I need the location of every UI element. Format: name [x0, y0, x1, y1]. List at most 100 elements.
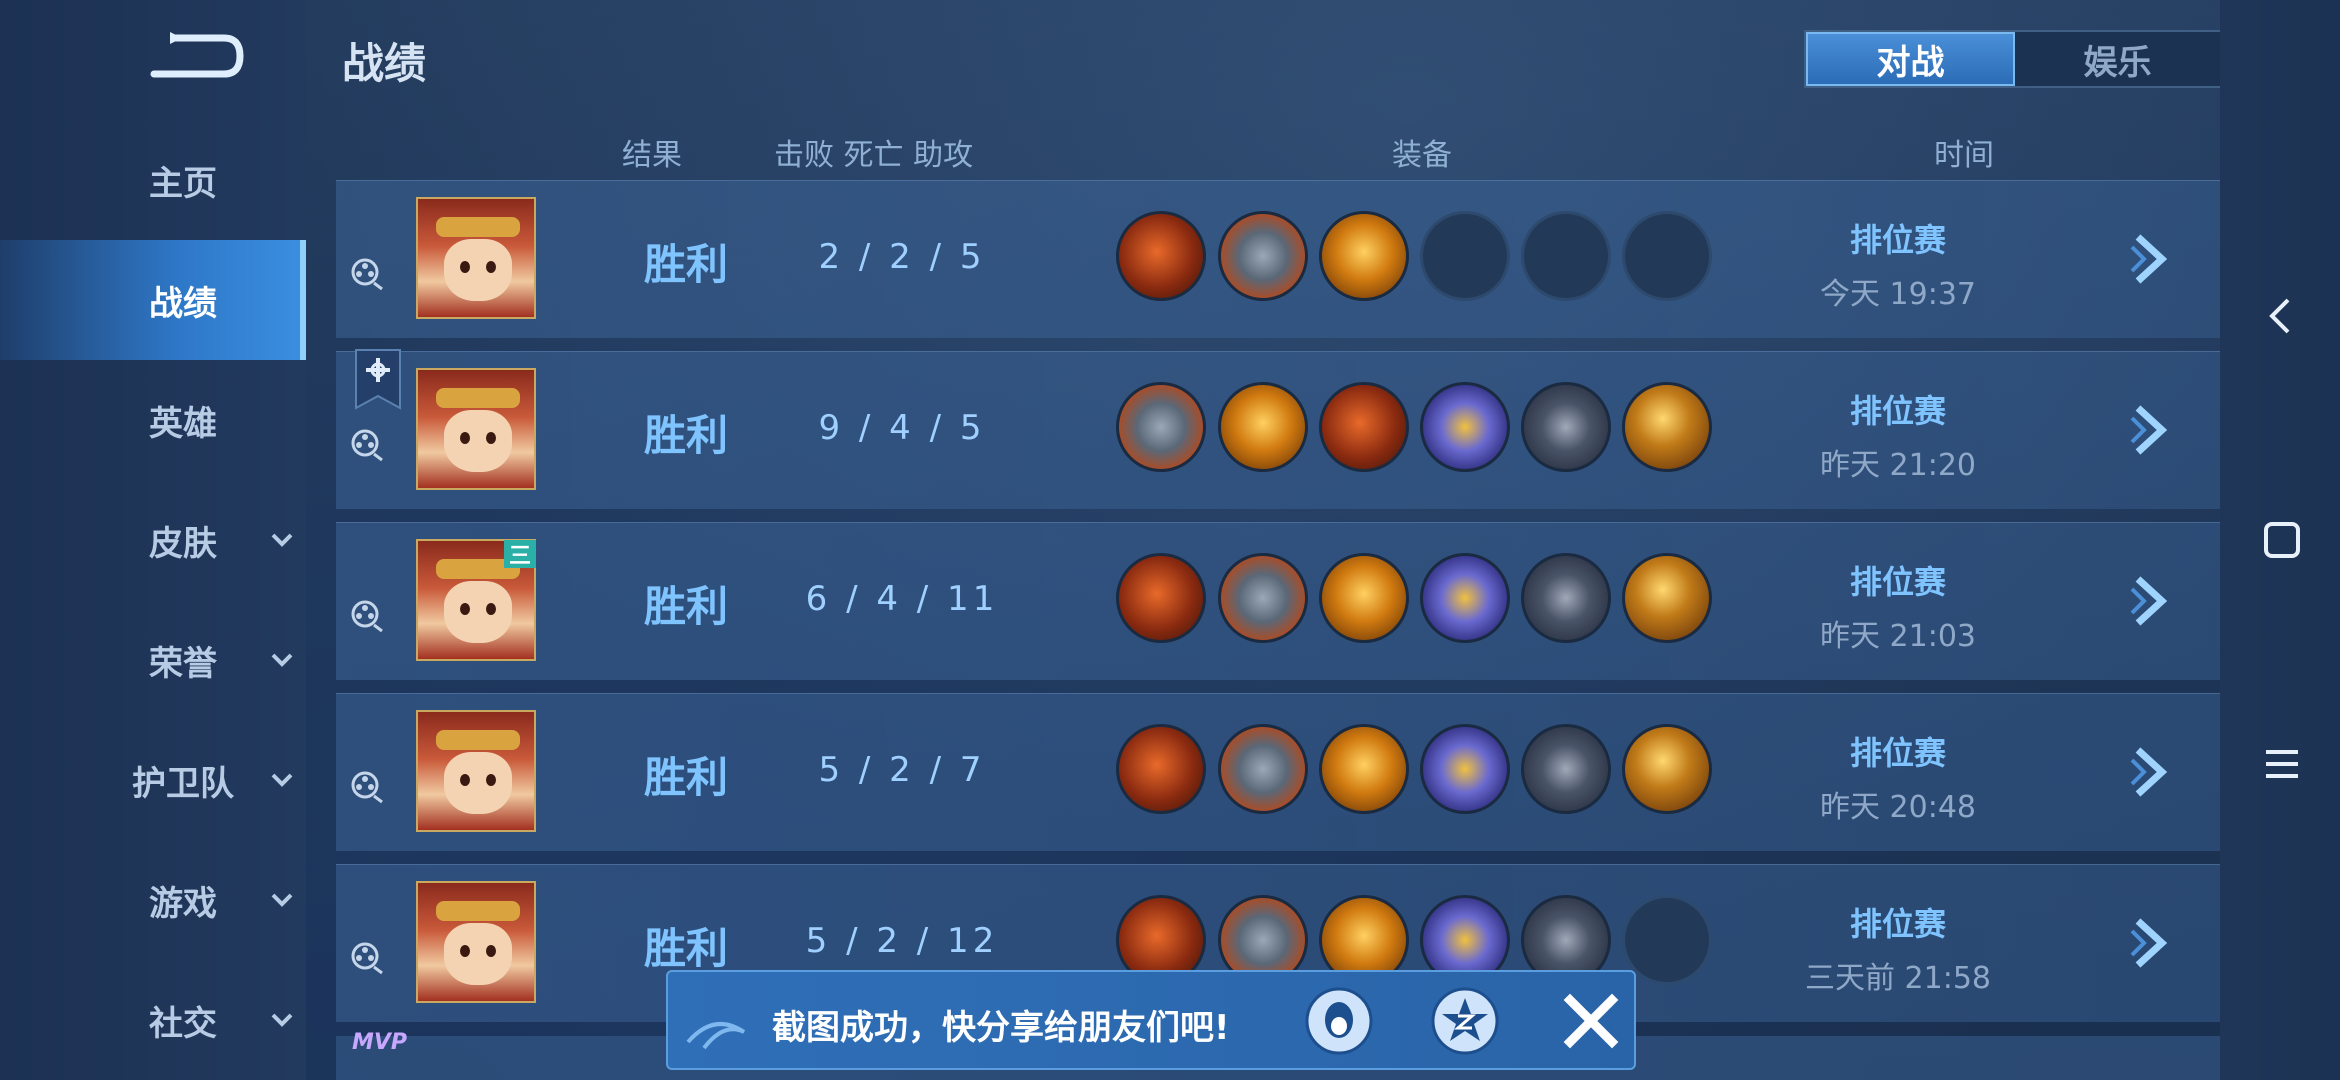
equipment-item-icon — [1521, 382, 1611, 472]
chevron-down-icon — [271, 533, 293, 547]
match-time: 三天前 21:58 — [1805, 961, 1991, 996]
qq-icon[interactable] — [1304, 986, 1374, 1056]
equipment-item-icon — [1420, 382, 1510, 472]
equipment-list — [1116, 211, 1736, 307]
match-time-block: 排位赛 三天前 21:58 — [1798, 899, 1998, 997]
chevron-down-icon — [271, 893, 293, 907]
equipment-item-icon — [1319, 553, 1409, 643]
toast-message: 截图成功，快分享给朋友们吧! — [772, 1008, 1230, 1048]
sidebar-item-guard-team[interactable]: 护卫队 — [0, 720, 306, 840]
tab-battle[interactable]: 对战 — [1806, 32, 2015, 86]
sidebar-item-social[interactable]: 社交 — [0, 960, 306, 1080]
table-row[interactable]: 胜利 5 / 2 / 7 排位赛 昨天 20:48 — [336, 693, 2220, 851]
chevron-right-icon[interactable] — [2128, 575, 2172, 627]
chevron-down-icon — [271, 653, 293, 667]
equipment-list — [1116, 724, 1736, 820]
kda-stats: 9 / 4 / 5 — [818, 408, 986, 448]
sidebar-item-games[interactable]: 游戏 — [0, 840, 306, 960]
empty-equipment-slot — [1622, 895, 1712, 985]
kda-stats: 6 / 4 / 11 — [805, 579, 999, 619]
back-button[interactable] — [146, 30, 246, 86]
sidebar-item-heroes[interactable]: 英雄 — [0, 360, 306, 480]
qzone-icon[interactable] — [1430, 986, 1500, 1056]
hero-avatar[interactable] — [416, 197, 536, 319]
back-nav-icon[interactable] — [2260, 294, 2304, 338]
sidebar-item-skins[interactable]: 皮肤 — [0, 480, 306, 600]
chevron-down-icon — [271, 1013, 293, 1027]
table-row[interactable]: 胜利 9 / 4 / 5 排位赛 昨天 21:20 — [336, 351, 2220, 509]
match-time: 昨天 21:20 — [1820, 448, 1976, 483]
equipment-item-icon — [1521, 553, 1611, 643]
equipment-item-icon — [1420, 724, 1510, 814]
chevron-right-icon[interactable] — [2128, 233, 2172, 285]
column-header-time: 时间 — [1934, 138, 1994, 173]
match-time: 昨天 20:48 — [1820, 790, 1976, 825]
replay-icon[interactable] — [350, 599, 384, 633]
replay-icon[interactable] — [350, 257, 384, 291]
sidebar-item-label: 主页 — [149, 163, 217, 204]
sidebar-item-label: 荣誉 — [149, 643, 217, 684]
sidebar-item-label: 游戏 — [149, 883, 217, 924]
kda-stats: 2 / 2 / 5 — [818, 237, 986, 277]
match-time: 昨天 21:03 — [1820, 619, 1976, 654]
sidebar: 主页 战绩 英雄 皮肤 荣誉 护卫队 游戏 社交 — [0, 0, 306, 1080]
mode-toggle: 对战 娱乐 — [1804, 30, 2222, 88]
match-result: 胜利 — [643, 240, 728, 289]
equipment-item-icon — [1622, 553, 1712, 643]
page-title: 战绩 — [342, 39, 427, 88]
match-time: 今天 19:37 — [1820, 277, 1976, 312]
pinned-marker-icon — [354, 348, 402, 410]
column-header-equipment: 装备 — [1392, 138, 1452, 173]
equipment-item-icon — [1116, 382, 1206, 472]
close-icon[interactable] — [1556, 986, 1626, 1056]
sidebar-item-home[interactable]: 主页 — [0, 120, 306, 240]
hero-avatar[interactable] — [416, 368, 536, 490]
screenshot-toast: 截图成功，快分享给朋友们吧! — [666, 970, 1636, 1070]
equipment-item-icon — [1218, 211, 1308, 301]
menu-nav-icon[interactable] — [2260, 742, 2304, 786]
equipment-item-icon — [1521, 724, 1611, 814]
match-mode: 排位赛 — [1849, 734, 1946, 772]
hero-avatar[interactable] — [416, 710, 536, 832]
sidebar-item-label: 英雄 — [149, 403, 217, 444]
kda-stats: 5 / 2 / 7 — [818, 750, 986, 790]
mvp-badge: MVP — [352, 1030, 408, 1055]
sidebar-item-records[interactable]: 战绩 — [0, 240, 306, 360]
equipment-item-icon — [1218, 553, 1308, 643]
tab-entertainment[interactable]: 娱乐 — [2015, 32, 2220, 86]
table-row[interactable]: 胜利 6 / 4 / 11 排位赛 昨天 21:03 — [336, 522, 2220, 680]
chevron-right-icon[interactable] — [2128, 917, 2172, 969]
kda-stats: 5 / 2 / 12 — [805, 921, 999, 961]
empty-equipment-slot — [1622, 211, 1712, 301]
match-time-block: 排位赛 昨天 21:20 — [1798, 386, 1998, 484]
equipment-item-icon — [1116, 211, 1206, 301]
empty-equipment-slot — [1521, 211, 1611, 301]
sidebar-item-honor[interactable]: 荣誉 — [0, 600, 306, 720]
sidebar-item-label: 战绩 — [149, 283, 217, 324]
home-nav-icon[interactable] — [2260, 518, 2304, 562]
match-mode: 排位赛 — [1849, 221, 1946, 259]
equipment-item-icon — [1319, 211, 1409, 301]
match-mode: 排位赛 — [1849, 905, 1946, 943]
rank-badge: 三 — [504, 540, 536, 569]
replay-icon[interactable] — [350, 770, 384, 804]
sidebar-item-label: 社交 — [149, 1003, 217, 1044]
hero-avatar[interactable] — [416, 881, 536, 1003]
equipment-item-icon — [1218, 724, 1308, 814]
match-result: 胜利 — [643, 411, 728, 460]
replay-icon[interactable] — [350, 941, 384, 975]
table-row[interactable]: 胜利 2 / 2 / 5 排位赛 今天 19:37 — [336, 180, 2220, 338]
system-nav-bar — [2220, 0, 2340, 1080]
column-header-kda: 击败 死亡 助攻 — [774, 138, 974, 173]
equipment-list — [1116, 553, 1736, 649]
match-result: 胜利 — [643, 924, 728, 973]
decorative-swirl-icon — [686, 1022, 746, 1050]
match-time-block: 排位赛 今天 19:37 — [1798, 215, 1998, 313]
sidebar-item-label: 护卫队 — [132, 763, 234, 804]
replay-icon[interactable] — [350, 428, 384, 462]
chevron-right-icon[interactable] — [2128, 404, 2172, 456]
chevron-right-icon[interactable] — [2128, 746, 2172, 798]
equipment-item-icon — [1420, 553, 1510, 643]
match-mode: 排位赛 — [1849, 563, 1946, 601]
column-header-result: 结果 — [622, 138, 682, 173]
